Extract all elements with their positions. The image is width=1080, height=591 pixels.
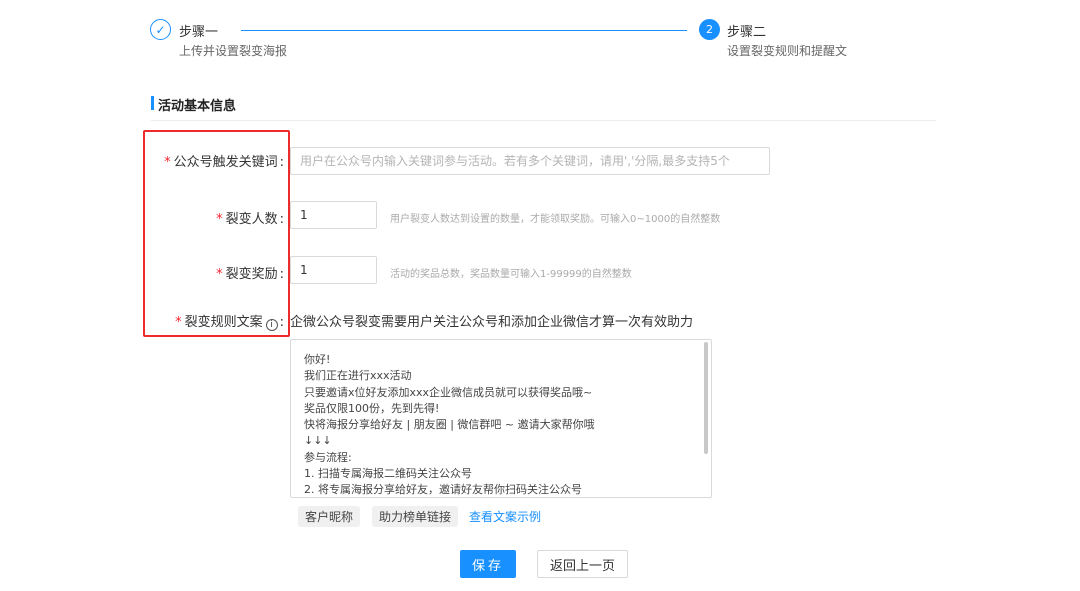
reward-input[interactable] (290, 256, 377, 284)
steps-bar: ✓ 步骤一 上传并设置裂变海报 2 步骤二 设置裂变规则和提醒文 (0, 0, 1080, 70)
fission-count-label: * 裂变人数: (216, 212, 284, 227)
step-1-title: 步骤一 (179, 25, 219, 40)
fission-count-hint: 用户裂变人数达到设置的数量，才能领取奖励。可输入0~1000的自然整数 (390, 214, 721, 225)
section-title: 活动基本信息 (158, 99, 237, 114)
rule-text-line: 你好! (304, 353, 331, 366)
tag-customer-nickname[interactable]: 客户昵称 (298, 506, 361, 527)
info-circle-icon[interactable]: i (265, 319, 278, 331)
textarea-scrollbar[interactable] (703, 340, 711, 497)
tag-help-leaderboard-link[interactable]: 助力榜单链接 (372, 506, 459, 527)
section-divider (151, 120, 936, 121)
check-icon: ✓ (150, 19, 171, 40)
scrollbar-thumb[interactable] (704, 342, 708, 454)
required-mark: * (216, 267, 223, 282)
rule-text-line: ↓↓↓ (304, 434, 332, 448)
section-accent-bar (151, 96, 154, 110)
required-mark: * (216, 212, 223, 227)
rule-text-line: 1. 扫描专属海报二维码关注公众号 (304, 467, 472, 481)
keyword-label: * 公众号触发关键词: (164, 155, 284, 170)
required-mark: * (164, 155, 171, 170)
rule-text-line: 我们正在进行xxx活动 (304, 369, 412, 383)
view-example-link[interactable]: 查看文案示例 (469, 508, 541, 525)
rule-text-textarea[interactable]: 你好! 我们正在进行xxx活动 只要邀请x位好友添加xxx企业微信成员就可以获得… (290, 339, 712, 498)
required-mark: * (175, 315, 182, 330)
reward-hint: 活动的奖品总数，奖品数量可输入1-99999的自然整数 (390, 269, 632, 280)
reward-label: * 裂变奖励: (216, 267, 284, 282)
fission-count-input[interactable] (290, 201, 377, 229)
step-2-number: 2 (699, 19, 720, 40)
rule-text-line: 2. 将专属海报分享给好友，邀请好友帮你扫码关注公众号 (304, 483, 582, 497)
step-connector (241, 30, 687, 31)
rule-text-line: 参与流程: (304, 450, 352, 464)
step-1-desc: 上传并设置裂变海报 (179, 44, 288, 58)
keyword-input[interactable] (290, 147, 770, 175)
step-2-desc: 设置裂变规则和提醒文 (727, 44, 848, 58)
rule-text-content: 你好! 我们正在进行xxx活动 只要邀请x位好友添加xxx企业微信成员就可以获得… (304, 352, 595, 497)
rule-text-line: 奖品仅限100份，先到先得! (304, 401, 440, 415)
rule-text-line: 快将海报分享给好友 | 朋友圈 | 微信群吧 ~ 邀请大家帮你哦 (304, 418, 595, 432)
save-button[interactable]: 保存 (460, 550, 516, 578)
rule-text-description: 企微公众号裂变需要用户关注公众号和添加企业微信才算一次有效助力 (290, 315, 694, 330)
rule-text-line: 只要邀请x位好友添加xxx企业微信成员就可以获得奖品哦~ (304, 385, 593, 399)
step-2-title: 步骤二 (727, 25, 767, 40)
back-button[interactable]: 返回上一页 (537, 550, 628, 578)
rule-text-label: * 裂变规则文案 i: (175, 315, 284, 331)
